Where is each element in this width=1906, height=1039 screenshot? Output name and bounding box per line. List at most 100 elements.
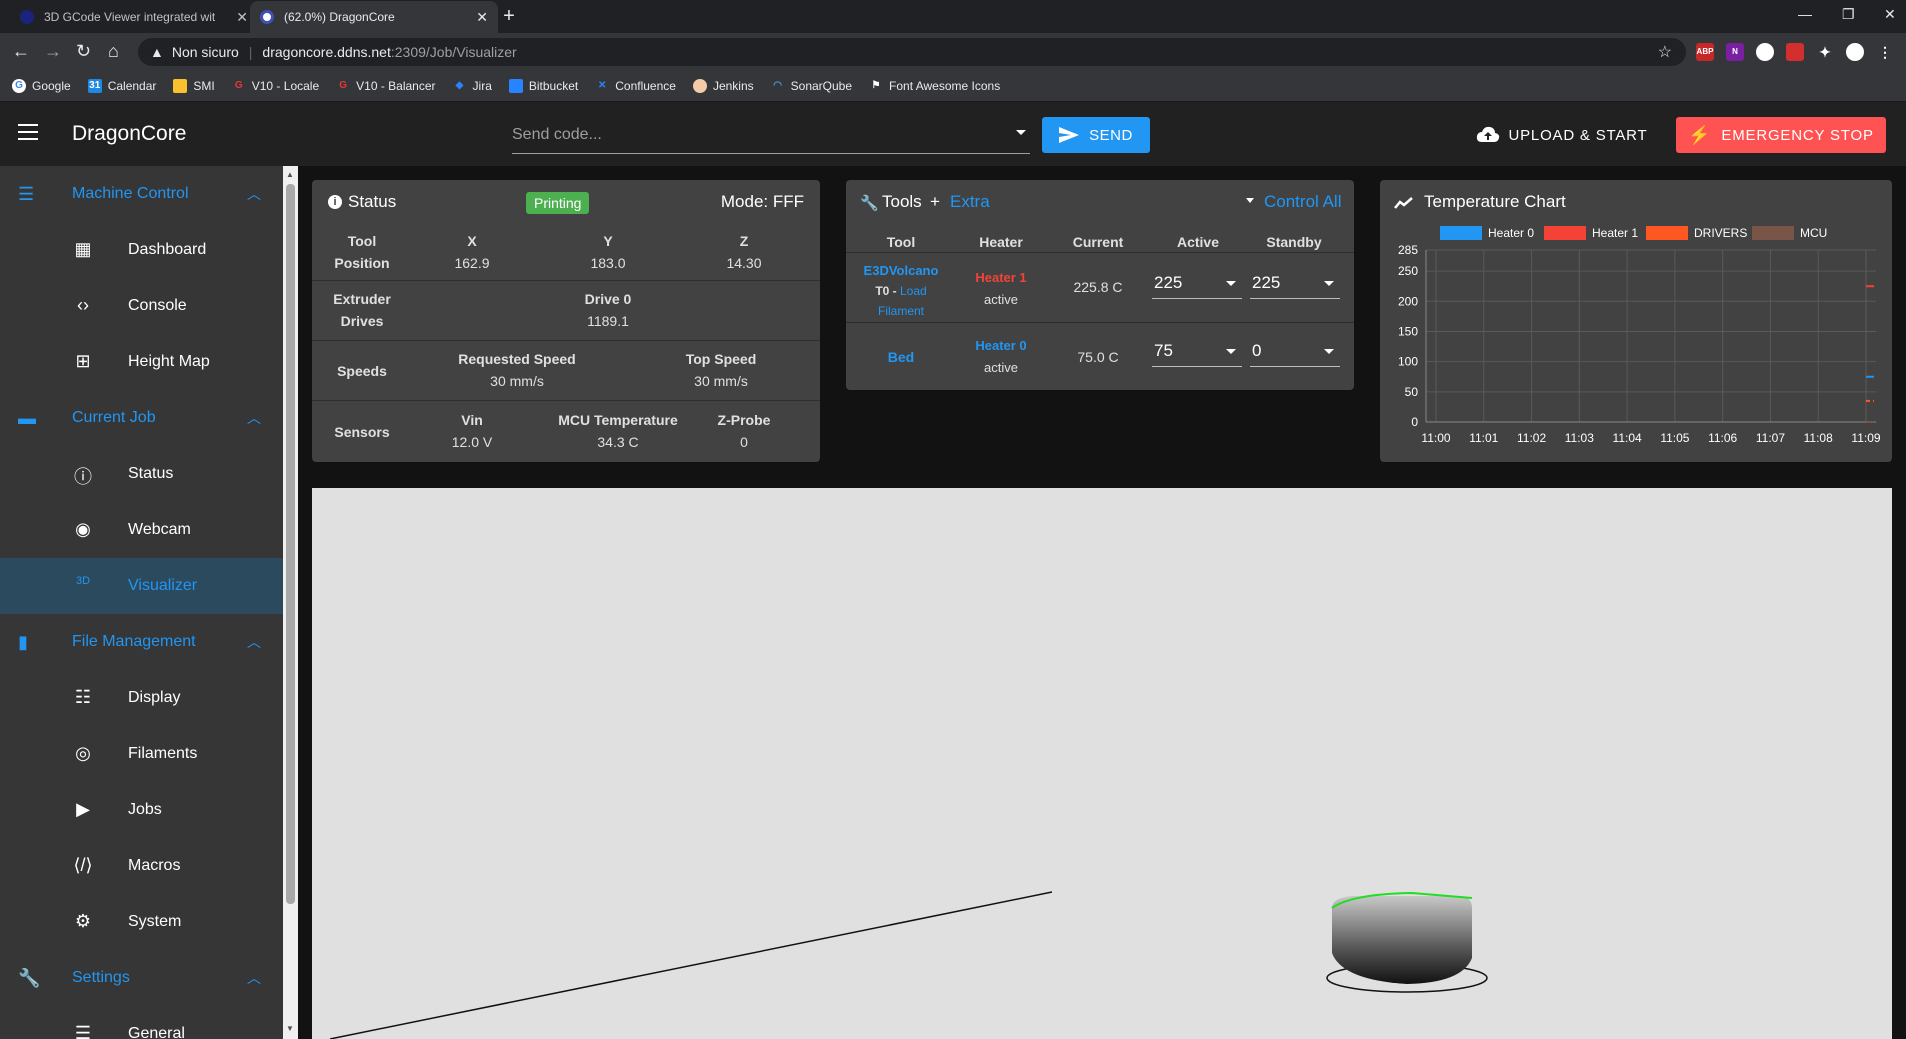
bookmark-smi[interactable]: SMI [173, 79, 215, 93]
heater-link[interactable]: Heater 0 [956, 335, 1046, 357]
sidebar-item-macros[interactable]: ⟨/⟩ Macros [0, 838, 283, 894]
sidebar-item-system[interactable]: ⚙ System [0, 894, 283, 950]
browser-menu-icon[interactable]: ⋮ [1876, 43, 1894, 61]
tool-name-link[interactable]: E3DVolcano [846, 261, 956, 281]
scrollbar-thumb[interactable] [286, 184, 295, 904]
sidebar-item-filaments[interactable]: ◎ Filaments [0, 726, 283, 782]
load-filament-link[interactable]: Load [900, 284, 927, 298]
sidebar-item-visualizer[interactable]: 3D Visualizer [0, 558, 283, 614]
home-icon[interactable]: ⌂ [108, 41, 119, 62]
bookmark-confluence[interactable]: ✕ Confluence [595, 79, 676, 93]
sidebar-item-console[interactable]: ‹› Console [0, 278, 283, 334]
active-temp-select[interactable]: 75 [1152, 337, 1242, 367]
tab-title: 3D GCode Viewer integrated wit [44, 10, 216, 24]
hamburger-menu-icon[interactable] [18, 124, 38, 145]
chevron-down-icon[interactable] [1016, 130, 1026, 135]
warning-icon: ▲ [150, 44, 164, 60]
bookmark-jira[interactable]: ◆ Jira [453, 79, 492, 93]
legend-item[interactable]: MCU [1752, 226, 1827, 240]
sidebar-item-status[interactable]: ⓘ Status [0, 446, 283, 502]
app-toolbar: DragonCore Send code... SEND UPLOAD & ST… [0, 102, 1906, 166]
extension-icon[interactable] [1756, 43, 1774, 61]
forward-icon[interactable]: → [44, 41, 62, 62]
gcode-visualizer-viewport[interactable] [312, 488, 1892, 1039]
emergency-stop-button[interactable]: ⚡ EMERGENCY STOP [1676, 117, 1886, 153]
sidebar-group-file-management[interactable]: ▮ File Management ︿ [0, 614, 283, 670]
wrench-icon: 🔧 [860, 195, 879, 212]
bookmark-bitbucket[interactable]: Bitbucket [508, 79, 578, 93]
send-button[interactable]: SEND [1042, 117, 1150, 153]
sidebar-group-machine-control[interactable]: ☰ Machine Control ︿ [0, 166, 283, 222]
requested-speed-value: 30 mm/s [490, 373, 544, 389]
legend-item[interactable]: Heater 0 [1440, 226, 1534, 240]
extra-link[interactable]: Extra [950, 192, 990, 212]
estop-label: EMERGENCY STOP [1721, 126, 1874, 144]
bookmark-label: SMI [193, 79, 215, 93]
bookmark-font-awesome[interactable]: ⚑ Font Awesome Icons [869, 79, 1001, 93]
restore-icon[interactable]: ❐ [1842, 6, 1855, 23]
y-tick-label: 200 [1398, 294, 1418, 308]
play-icon: ▶ [76, 799, 90, 819]
pdf-extension-icon[interactable] [1786, 43, 1804, 61]
bookmark-sonarqube[interactable]: ◠ SonarQube [771, 79, 852, 93]
tab-close-icon[interactable]: ✕ [476, 9, 488, 26]
visualizer-canvas[interactable] [312, 488, 1892, 1039]
sidebar-group-current-job[interactable]: ▬ Current Job ︿ [0, 390, 283, 446]
minimize-icon[interactable]: — [1798, 6, 1812, 22]
sidebar-item-height-map[interactable]: ⊞ Height Map [0, 334, 283, 390]
browser-tab-dragoncore[interactable]: (62.0%) DragonCore ✕ [250, 1, 498, 33]
bookmark-jenkins[interactable]: Jenkins [692, 79, 754, 93]
sidebar-item-dashboard[interactable]: ▦ Dashboard [0, 222, 283, 278]
chevron-down-icon [1226, 349, 1236, 354]
scroll-up-icon[interactable]: ▲ [286, 170, 294, 179]
sidebar-scrollbar[interactable]: ▲ ▼ [283, 166, 298, 1039]
onenote-extension-icon[interactable]: N [1726, 43, 1744, 61]
extensions-puzzle-icon[interactable]: ✦ [1816, 43, 1834, 61]
back-icon[interactable]: ← [12, 41, 30, 62]
bed-link[interactable]: Bed [846, 349, 956, 365]
heater-link[interactable]: Heater 1 [956, 267, 1046, 289]
bookmark-v10-balancer[interactable]: G V10 - Balancer [336, 79, 435, 93]
printer-icon: ▬ [18, 408, 36, 428]
top-speed: Top Speed 30 mm/s [656, 348, 786, 392]
bookmark-google[interactable]: G Google [12, 79, 71, 93]
lightning-icon: ⚡ [1688, 124, 1712, 145]
bookmark-label: Jira [472, 79, 492, 93]
standby-temp-select[interactable]: 225 [1250, 269, 1340, 299]
legend-item[interactable]: DRIVERS [1646, 226, 1747, 240]
sidebar-group-settings[interactable]: 🔧 Settings ︿ [0, 950, 283, 1006]
bookmark-v10-locale[interactable]: G V10 - Locale [232, 79, 319, 93]
new-tab-button[interactable]: + [496, 4, 522, 30]
sidebar-item-display[interactable]: ☷ Display [0, 670, 283, 726]
upload-start-button[interactable]: UPLOAD & START [1472, 117, 1652, 153]
row-label-line: Extruder [333, 291, 391, 307]
heater-state[interactable]: active [956, 289, 1046, 311]
grid-icon: ⊞ [75, 351, 91, 371]
sidebar-item-label: Display [128, 689, 181, 706]
close-window-icon[interactable]: ✕ [1884, 6, 1896, 23]
bookmark-calendar[interactable]: 31 Calendar [87, 79, 157, 93]
sidebar-item-general[interactable]: ☰ General [0, 1006, 283, 1039]
bookmark-label: Confluence [615, 79, 676, 93]
standby-temp-select[interactable]: 0 [1250, 337, 1340, 367]
mcu-value: 34.3 C [597, 434, 639, 450]
sidebar-item-webcam[interactable]: ◉ Webcam [0, 502, 283, 558]
address-bar[interactable]: ▲ Non sicuro | dragoncore.ddns.net :2309… [138, 38, 1686, 66]
active-temp-select[interactable]: 225 [1152, 269, 1242, 299]
tab-close-icon[interactable]: ✕ [236, 9, 248, 26]
profile-avatar-icon[interactable] [1846, 43, 1864, 61]
adblock-extension-icon[interactable]: ABP [1696, 43, 1714, 61]
bookmark-label: Calendar [107, 79, 157, 93]
legend-item[interactable]: Heater 1 [1544, 226, 1638, 240]
row-label-line: Drives [340, 313, 384, 329]
sidebar-item-jobs[interactable]: ▶ Jobs [0, 782, 283, 838]
browser-tab-gcode-viewer[interactable]: 3D GCode Viewer integrated wit ✕ [10, 1, 258, 33]
bookmark-star-icon[interactable]: ☆ [1658, 42, 1672, 62]
scroll-down-icon[interactable]: ▼ [286, 1024, 294, 1033]
send-code-input[interactable]: Send code... [512, 116, 1030, 154]
info-icon: i [328, 195, 342, 209]
reload-icon[interactable]: ↻ [76, 41, 91, 62]
load-filament-link-2[interactable]: Filament [846, 301, 956, 321]
control-all-button[interactable]: Control All [1264, 192, 1341, 212]
heater-state[interactable]: active [956, 357, 1046, 379]
